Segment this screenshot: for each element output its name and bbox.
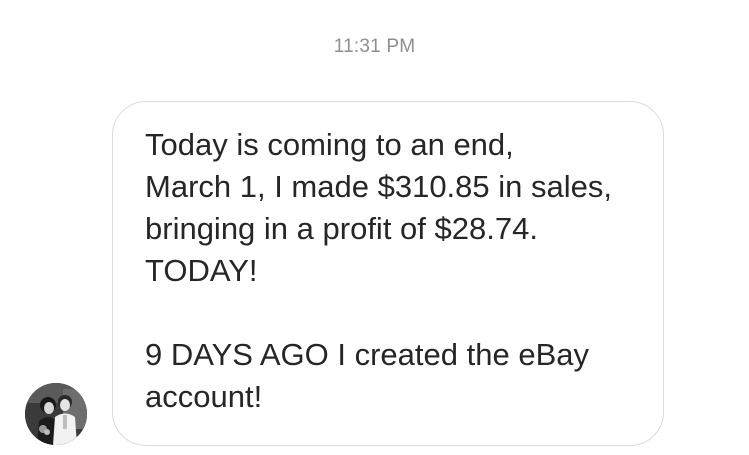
message-timestamp: 11:31 PM: [333, 36, 416, 57]
message-paragraph-break: [145, 292, 633, 334]
message-line-5: 9 DAYS AGO I created the eBay: [145, 337, 589, 372]
chat-screen: 11:31 PM Today is coming to an end, Marc…: [0, 0, 749, 455]
message-line-2: March 1, I made $310.85 in sales,: [145, 169, 612, 204]
message-line-3: bringing in a profit of $28.74.: [145, 211, 538, 246]
avatar-photo-icon: [25, 383, 87, 445]
message-line-6: account!: [145, 379, 263, 414]
message-bubble[interactable]: Today is coming to an end, March 1, I ma…: [112, 101, 664, 446]
message-line-4: TODAY!: [145, 253, 258, 288]
message-line-1: Today is coming to an end,: [145, 127, 514, 162]
sender-avatar[interactable]: [25, 383, 87, 445]
